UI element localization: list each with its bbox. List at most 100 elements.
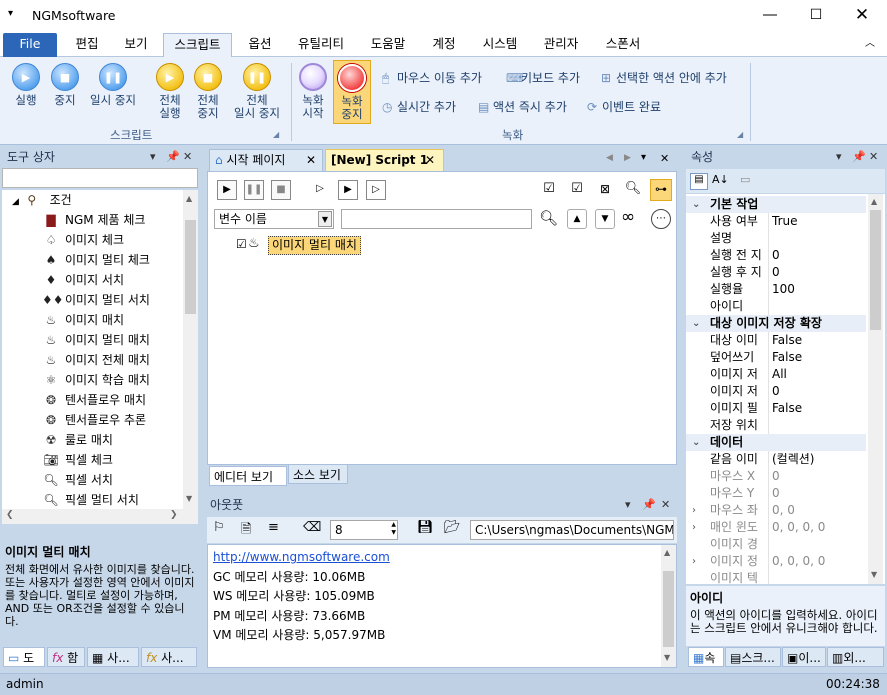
property-value[interactable]: True <box>772 213 864 230</box>
editor-stop-icon[interactable]: ■ <box>271 180 291 200</box>
property-row[interactable]: 이미지 텍 <box>686 570 866 584</box>
panel-dropdown-icon[interactable]: ▾ <box>150 146 156 168</box>
editor-search-input[interactable] <box>341 209 532 229</box>
toolbox-item[interactable]: 🔍︎ 픽셀 서치 <box>42 470 113 490</box>
property-row[interactable]: 설명 <box>686 230 866 247</box>
dropdown-arrow-icon[interactable]: ▼ <box>318 211 332 227</box>
toolbox-item[interactable]: ❂ 텐서플로우 매치 <box>42 390 146 410</box>
toolbox-item[interactable]: 🔍︎ 픽셀 멀티 서치 <box>42 490 139 510</box>
search-button-icon[interactable]: 🔍︎ <box>539 209 558 227</box>
output-dropdown-icon[interactable]: ▾ <box>625 494 631 516</box>
property-value[interactable]: (컬렉션) <box>772 451 864 468</box>
add-action-immediately-button[interactable]: ▤ 액션 즉시 추가 <box>478 98 567 115</box>
property-scrollbar[interactable]: ▲ ▼ <box>868 194 883 584</box>
menu-admin[interactable]: 관리자 <box>535 33 587 57</box>
property-row[interactable]: 실행 후 지 0 <box>686 264 866 281</box>
file-icon[interactable]: 🗎 <box>241 520 251 542</box>
more-icon[interactable]: ⋯ <box>651 209 671 229</box>
property-category[interactable]: ⌄ 데이터 <box>686 434 866 451</box>
pause-button[interactable]: ❚❚ 일시 중지 <box>84 63 142 107</box>
toolbox-item[interactable]: ♨ 이미지 매치 <box>42 310 124 330</box>
sort-az-icon[interactable]: A↓ <box>712 173 729 186</box>
toolbox-item[interactable]: ♨ 이미지 전체 매치 <box>42 350 150 370</box>
prop-tab-image[interactable]: ▣이... <box>782 647 826 667</box>
prop-close-icon[interactable]: ✕ <box>869 146 878 168</box>
prop-pin-icon[interactable]: 📌 <box>852 146 866 168</box>
eraser-icon[interactable]: ⌫ <box>303 520 321 535</box>
output-scroll-up-icon[interactable]: ▲ <box>664 548 670 557</box>
expand-icon[interactable]: › <box>692 553 696 570</box>
expand-icon[interactable]: › <box>692 502 696 519</box>
menu-help[interactable]: 도움말 <box>362 33 414 57</box>
stop-button[interactable]: ■ 중지 <box>46 63 84 107</box>
editor-pause-icon[interactable]: ❚❚ <box>244 180 264 200</box>
menu-options[interactable]: 옵션 <box>240 33 280 57</box>
property-value[interactable]: All <box>772 366 864 383</box>
check-icon[interactable]: ☑ <box>567 180 587 200</box>
quick-access-icon[interactable]: ▾ <box>8 8 13 19</box>
property-pages-icon[interactable]: ▭ <box>740 173 750 186</box>
output-scroll-down-icon[interactable]: ▼ <box>664 653 670 662</box>
property-row[interactable]: 마우스 X 0 <box>686 468 866 485</box>
tab-scroll-left-icon[interactable]: ◀ <box>606 153 613 163</box>
editor-run-icon[interactable]: ▶ <box>217 180 237 200</box>
toolbox-item[interactable]: ♠ 이미지 멀티 체크 <box>42 250 150 270</box>
folder-icon[interactable]: 📂︎ <box>444 520 461 535</box>
pin-icon[interactable]: 📌 <box>166 146 180 168</box>
scroll-down-icon[interactable]: ▼ <box>186 494 192 503</box>
property-row[interactable]: › 마우스 좌 0, 0 <box>686 502 866 519</box>
prop-scroll-down-icon[interactable]: ▼ <box>871 570 877 579</box>
search-icon[interactable]: 🔍︎ <box>623 180 643 200</box>
property-value[interactable]: False <box>772 400 864 417</box>
toolbox-item[interactable]: ♤ 이미지 체크 <box>42 230 124 250</box>
expand-icon[interactable]: › <box>692 519 696 536</box>
search-next-icon[interactable]: ▼ <box>595 209 615 229</box>
add-keyboard-button[interactable]: ⌨키보드 추가 <box>506 69 580 86</box>
property-row[interactable]: 덮어쓰기 False <box>686 349 866 366</box>
property-row[interactable]: › 매인 윈도 0, 0, 0, 0 <box>686 519 866 536</box>
toolbox-search-input[interactable] <box>2 168 198 188</box>
add-realtime-button[interactable]: ◷ 실시간 추가 <box>382 98 456 115</box>
prop-scroll-thumb[interactable] <box>870 210 881 330</box>
property-row[interactable]: 실행율 100 <box>686 281 866 298</box>
menu-edit[interactable]: 편집 <box>67 33 107 57</box>
collapse-icon[interactable]: ⌄ <box>692 196 700 213</box>
output-link[interactable]: http://www.ngmsoftware.com <box>213 548 671 568</box>
property-row[interactable]: 이미지 저 0 <box>686 383 866 400</box>
property-value[interactable]: False <box>772 349 864 366</box>
stop-all-button[interactable]: ■ 전체 중지 <box>189 63 227 120</box>
panel-close-icon[interactable]: ✕ <box>183 146 192 168</box>
tab-scroll-right-icon[interactable]: ▶ <box>624 153 631 163</box>
toolbox-hscrollbar[interactable]: ❮ ❯ <box>2 509 183 524</box>
record-start-button[interactable]: 녹화 시작 <box>296 63 330 120</box>
tree-root-condition[interactable]: ◢ ⚲ 조건 <box>12 190 72 210</box>
toolbox-tab-userfunc[interactable]: fx 사... <box>141 647 197 667</box>
run-button[interactable]: ▶ 실행 <box>6 63 46 107</box>
prop-scroll-up-icon[interactable]: ▲ <box>871 197 877 206</box>
toolbox-tab-toolbox[interactable]: ▭ 도 <box>3 647 45 667</box>
step-over-icon[interactable]: ▷ <box>366 180 386 200</box>
property-value[interactable]: 0 <box>772 264 864 281</box>
toolbox-item[interactable]: ⚛ 이미지 학습 매치 <box>42 370 150 390</box>
lines-icon[interactable]: ≡ <box>268 520 279 535</box>
script-node-multi-match[interactable]: 이미지 멀티 매치 <box>268 236 361 255</box>
property-value[interactable]: 100 <box>772 281 864 298</box>
output-scroll-thumb[interactable] <box>663 571 674 647</box>
collapse-icon[interactable]: ⌄ <box>692 434 700 451</box>
tab-editor-view[interactable]: 에디터 보기 <box>209 466 287 486</box>
scroll-up-icon[interactable]: ▲ <box>186 194 192 203</box>
scrollbar-thumb[interactable] <box>185 220 196 314</box>
property-row[interactable]: › 이미지 정 0, 0, 0, 0 <box>686 553 866 570</box>
add-mouse-move-button[interactable]: 🖱 마우스 이동 추가 <box>382 69 482 86</box>
minimize-button[interactable]: ― <box>747 0 793 31</box>
toolbox-item[interactable]: ▇ NGM 제품 체크 <box>42 210 145 230</box>
tab-source-view[interactable]: 소스 보기 <box>288 464 348 484</box>
tab-close-icon-2[interactable]: ✕ <box>425 150 435 170</box>
record-stop-button[interactable]: 녹화 중지 <box>333 60 371 124</box>
property-row[interactable]: 이미지 저 All <box>686 366 866 383</box>
collapse-icon[interactable]: ⌄ <box>692 315 700 332</box>
tab-list-icon[interactable]: ▾ <box>641 152 646 163</box>
output-close-icon[interactable]: ✕ <box>661 494 670 516</box>
property-category[interactable]: ⌄ 기본 작업 <box>686 196 866 213</box>
categorized-icon[interactable]: ▤ <box>690 173 708 190</box>
